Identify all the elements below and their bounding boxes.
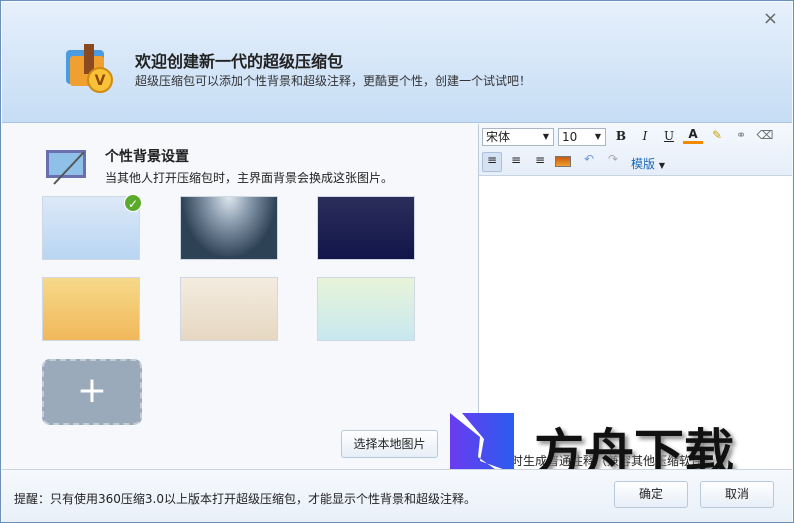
background-panel: 个性背景设置 当其他人打开压缩包时，主界面背景会换成这张图片。 ✓ + 选择本地… (2, 124, 478, 469)
highlight-pen-icon[interactable]: ✎ (707, 128, 727, 142)
size-value: 10 (562, 130, 578, 144)
chevron-down-icon: ▼ (658, 161, 665, 170)
add-background-button[interactable]: + (42, 359, 142, 425)
svg-text:V: V (95, 73, 106, 89)
template-label: 模版 (631, 157, 656, 171)
italic-button[interactable]: I (635, 129, 655, 143)
footer: 提醒：只有使用360压缩3.0以上版本打开超级压缩包，才能显示个性背景和超级注释… (2, 469, 792, 522)
chevron-down-icon: ▼ (542, 132, 549, 141)
font-select[interactable]: 宋体 ▼ (482, 128, 554, 146)
background-thumb-3[interactable] (317, 196, 415, 260)
chevron-down-icon: ▼ (594, 132, 601, 141)
bold-button[interactable]: B (611, 129, 631, 143)
background-thumb-6[interactable] (317, 277, 415, 341)
header: × V 欢迎创建新一代的超级压缩包 超级压缩包可以添加个性背景和超级注释，更酷更… (2, 2, 792, 123)
align-right-icon[interactable]: ≡ (530, 153, 550, 167)
selected-check-icon: ✓ (124, 194, 142, 212)
font-color-button[interactable]: A (683, 127, 703, 144)
plain-comment-option[interactable]: 时生成普通注释（兼容其他压缩软件） (511, 452, 715, 469)
choose-local-image-button[interactable]: 选择本地图片 (341, 430, 438, 458)
archive-logo-icon: V (66, 44, 113, 93)
link-icon[interactable]: ⚭ (731, 128, 751, 142)
background-thumb-5[interactable] (180, 277, 278, 341)
background-thumb-1[interactable]: ✓ (42, 194, 142, 260)
editor-toolbar: 宋体 ▼ 10 ▼ B I U A ✎ ⚭ ⌫ ≡ ≡ ≡ ↶ ↷ 模版 ▼ (479, 124, 792, 176)
dialog-title: 欢迎创建新一代的超级压缩包 (135, 52, 344, 71)
template-dropdown[interactable]: 模版 ▼ (631, 155, 665, 172)
comment-textarea[interactable] (479, 176, 792, 451)
super-archive-dialog: × V 欢迎创建新一代的超级压缩包 超级压缩包可以添加个性背景和超级注释，更酷更… (0, 0, 794, 523)
insert-image-icon[interactable] (555, 156, 571, 167)
close-button[interactable]: × (763, 8, 778, 29)
underline-button[interactable]: U (659, 129, 679, 143)
background-picture-icon (46, 150, 86, 185)
section-title: 个性背景设置 (105, 149, 189, 165)
footer-tip: 提醒：只有使用360压缩3.0以上版本打开超级压缩包，才能显示个性背景和超级注释… (14, 492, 476, 506)
ok-button[interactable]: 确定 (614, 481, 688, 508)
comment-editor: 宋体 ▼ 10 ▼ B I U A ✎ ⚭ ⌫ ≡ ≡ ≡ ↶ ↷ 模版 ▼ (478, 124, 792, 469)
clear-format-icon[interactable]: ⌫ (755, 128, 775, 142)
font-value: 宋体 (486, 130, 511, 144)
align-center-icon[interactable]: ≡ (506, 153, 526, 167)
dialog-subtitle: 超级压缩包可以添加个性背景和超级注释，更酷更个性，创建一个试试吧！ (135, 74, 532, 88)
section-subtitle: 当其他人打开压缩包时，主界面背景会换成这张图片。 (105, 171, 394, 185)
size-select[interactable]: 10 ▼ (558, 128, 606, 146)
cancel-button[interactable]: 取消 (700, 481, 774, 508)
redo-icon[interactable]: ↷ (603, 152, 623, 166)
background-thumb-4[interactable] (42, 277, 140, 341)
background-thumb-2[interactable] (180, 196, 278, 260)
undo-icon[interactable]: ↶ (579, 152, 599, 166)
align-left-icon[interactable]: ≡ (482, 152, 502, 172)
